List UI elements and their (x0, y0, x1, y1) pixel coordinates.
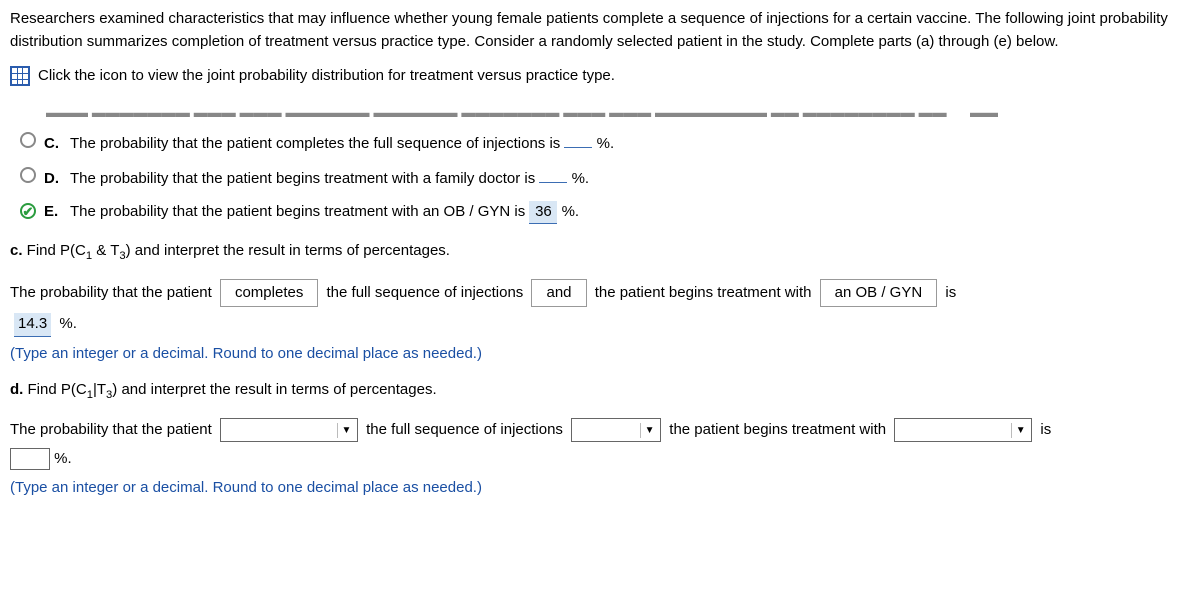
option-c-text: The probability that the patient complet… (70, 133, 614, 156)
option-e-text: The probability that the patient begins … (70, 201, 579, 225)
part-c-select-2: and (531, 279, 586, 308)
radio-option-c[interactable] (20, 132, 36, 148)
chevron-down-icon: ▼ (640, 423, 658, 438)
chevron-down-icon: ▼ (1011, 423, 1029, 438)
part-d-value-line: %. (10, 448, 1190, 471)
problem-intro: Researchers examined characteristics tha… (10, 8, 1190, 53)
part-d-hint: (Type an integer or a decimal. Round to … (10, 477, 1190, 500)
option-e-blank[interactable]: 36 (529, 201, 557, 225)
part-c-hint: (Type an integer or a decimal. Round to … (10, 343, 1190, 366)
part-c-value-line: 14.3 %. (10, 313, 1190, 337)
part-d-value-input[interactable] (10, 448, 50, 470)
part-c-value: 14.3 (14, 313, 51, 337)
part-c-select-3: an OB / GYN (820, 279, 938, 308)
option-letter-e: E. (44, 201, 62, 224)
part-d-select-1[interactable]: ▼ (220, 418, 358, 442)
part-c-heading: c. Find P(C1 & T3) and interpret the res… (10, 240, 1190, 265)
table-icon[interactable] (10, 66, 30, 86)
part-d-answer: The probability that the patient ▼ the f… (10, 418, 1190, 442)
chevron-down-icon: ▼ (337, 423, 355, 438)
truncated-prev-option: ▬▬▬ ▬▬▬▬▬▬▬ ▬▬▬ ▬▬▬ ▬▬▬▬▬▬ ▬▬▬▬▬▬ ▬▬▬▬▬▬… (10, 102, 1190, 120)
radio-option-e[interactable] (20, 203, 36, 219)
option-letter-d: D. (44, 168, 62, 191)
part-d-select-3[interactable]: ▼ (894, 418, 1032, 442)
part-d-select-2[interactable]: ▼ (571, 418, 661, 442)
option-d-blank[interactable] (539, 182, 567, 183)
option-d-text: The probability that the patient begins … (70, 168, 589, 191)
part-c-answer: The probability that the patient complet… (10, 279, 1190, 308)
option-c-blank[interactable] (564, 147, 592, 148)
part-c-select-1: completes (220, 279, 318, 308)
radio-option-d[interactable] (20, 167, 36, 183)
part-d-heading: d. Find P(C1|T3) and interpret the resul… (10, 379, 1190, 404)
icon-link-text[interactable]: Click the icon to view the joint probabi… (38, 65, 615, 88)
option-letter-c: C. (44, 133, 62, 156)
